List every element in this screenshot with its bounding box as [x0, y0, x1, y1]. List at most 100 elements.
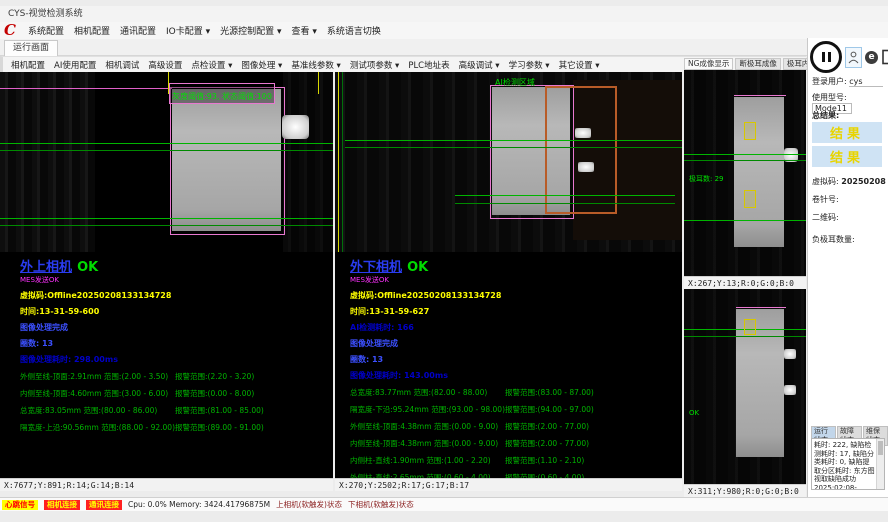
center-green-line-4 [455, 203, 675, 204]
center-measure-row-3: 外侧至线-顶面:4.38mm 范围:(0.00 - 9.00) 报警范围:(2.… [350, 421, 675, 432]
tool-advanced-settings[interactable]: 高级设置 [148, 59, 182, 71]
mini-tab-ng-display[interactable]: NG成像显示 [684, 58, 733, 70]
center-result-block: 外下相机 OK MES发送OK 虚拟码:Offline2025020813313… [350, 256, 675, 478]
measure-alarm: 报警范围:(2.00 - 77.00) [505, 438, 589, 449]
center-green-vline [342, 72, 343, 252]
tool-camera-debug[interactable]: 相机调试 [105, 59, 139, 71]
tab-count-label: 负极耳数量: [812, 235, 855, 244]
center-yellow-line [338, 72, 339, 252]
left-part-image [172, 89, 281, 231]
tool-test-params[interactable]: 测试项参数 ▾ [350, 59, 399, 71]
measure-alarm: 报警范围:(2.20 - 3.20) [175, 371, 254, 382]
measure-value: 隔宽度-下沿:95.24mm 范围:(93.00 - 98.00) [350, 404, 505, 415]
center-green-line-2 [345, 147, 682, 148]
menu-comm-config[interactable]: 通讯配置 [120, 24, 156, 37]
tab-run-screen[interactable]: 运行画面 [4, 40, 58, 56]
center-done-text: 图像处理完成 [350, 338, 675, 349]
status-bar: 心跳信号 相机连接 通讯连接 Cpu: 0.0% Memory: 3424.41… [0, 497, 888, 511]
measure-value: 外侧至线-顶面:4.38mm 范围:(0.00 - 9.00) [350, 421, 505, 432]
center-cursor-coords: X:270;Y:2502;R:17;G:17;B:17 [339, 481, 469, 490]
measure-value: 总宽度:83.77mm 范围:(82.00 - 88.00) [350, 387, 505, 398]
mini2-blob-1 [784, 349, 796, 359]
center-green-line-3 [455, 195, 675, 196]
left-green-line-2 [0, 150, 333, 151]
center-measure-row-4: 内侧至线-顶面:4.38mm 范围:(0.00 - 9.00) 报警范围:(2.… [350, 438, 675, 449]
camera-connect-badge: 相机连接 [44, 500, 80, 510]
log-scrollbar[interactable] [876, 439, 884, 489]
tool-other-settings[interactable]: 其它设置 ▾ [559, 59, 600, 71]
mini2-cursor-coords: X:311;Y:980;R:0;G:0;B:0 [688, 487, 799, 496]
left-measure-row-2: 内侧至线-顶面:4.60mm 范围:(3.00 - 6.00) 报警范围:(0.… [20, 388, 325, 399]
account-badge-icon[interactable]: e [865, 51, 878, 64]
exit-button[interactable] [881, 49, 888, 65]
mini1-marker-box-1 [744, 122, 756, 140]
menu-view[interactable]: 查看 ▾ [292, 24, 317, 37]
log-text: 耗时: 222, 缺陷检测耗时: 17, 缺陷分类耗时: 0, 缺陷提取分区耗时… [814, 441, 875, 490]
left-green-line-1 [0, 143, 333, 144]
center-barcode: 虚拟码:Offline20250208133134728 [350, 290, 675, 301]
left-loop-count: 圈数: 13 [20, 338, 325, 349]
camera-view-center[interactable]: AI检测区域 外下相机 OK MES发送OK 虚拟码:Offline202502… [335, 72, 682, 478]
mini2-green-line-2 [684, 336, 806, 337]
tab-count-row: 负极耳数量: [812, 234, 855, 245]
tool-advanced-debug[interactable]: 高级调试 ▾ [459, 59, 500, 71]
tool-learning-params[interactable]: 学习参数 ▾ [509, 59, 550, 71]
result-box-1-text: 结果 [830, 123, 864, 142]
menu-system-config[interactable]: 系统配置 [28, 24, 64, 37]
left-green-line-3 [0, 218, 333, 219]
mini2-blob-2 [784, 385, 796, 395]
left-time: 时间:13-31-59-600 [20, 306, 325, 317]
mini-tab-broken-tab[interactable]: 断极耳成像 [735, 58, 781, 70]
menu-light-config[interactable]: 光源控制配置 ▾ [220, 24, 281, 37]
left-camera-name: 外上相机 [20, 260, 72, 275]
pause-icon [822, 52, 825, 62]
barcode-row: 虚拟码: 20250208 [812, 176, 886, 187]
result-box-2-text: 结果 [830, 147, 864, 166]
login-user-button[interactable] [845, 47, 862, 68]
camera-view-left[interactable]: 灰度阈值:93, 状态阈值:100 外上相机 OK MES发送OK 虚拟码:Of… [0, 72, 333, 478]
measure-alarm: 报警范围:(0.00 - 8.00) [175, 388, 254, 399]
mini2-coord-strip: X:311;Y:980;R:0;G:0;B:0 [684, 484, 806, 497]
tool-baseline-params[interactable]: 基准线参数 ▾ [291, 59, 340, 71]
camera-view-mini-2[interactable]: OK [684, 289, 806, 484]
left-overlay-label: 灰度阈值:93, 状态阈值:100 [172, 92, 272, 101]
center-measure-row-1: 总宽度:83.77mm 范围:(82.00 - 88.00) 报警范围:(83.… [350, 387, 675, 398]
camera-view-mini-1[interactable]: 极耳数: 29 [684, 70, 806, 276]
tool-plc-address[interactable]: PLC地址表 [408, 59, 449, 71]
menu-camera-config[interactable]: 相机配置 [74, 24, 110, 37]
menu-io-config[interactable]: IO卡配置 ▾ [166, 24, 210, 37]
tool-camera-config[interactable]: 相机配置 [11, 59, 45, 71]
tool-spot-check[interactable]: 点检设置 ▾ [191, 59, 232, 71]
left-result-block: 外上相机 OK MES发送OK 虚拟码:Offline2025020813313… [20, 256, 325, 433]
mini1-cursor-coords: X:267;Y:13;R:0;G:0;B:0 [688, 279, 794, 288]
comm-connect-badge: 通讯连接 [86, 500, 122, 510]
pause-button[interactable] [810, 41, 842, 73]
mini1-overlay-label: 极耳数: 29 [689, 174, 724, 184]
left-coord-strip: X:7677;Y:891;R:14;G:14;B:14 [0, 478, 333, 491]
app-window: CYS-视觉检测系统 C 系统配置 相机配置 通讯配置 IO卡配置 ▾ 光源控制… [0, 0, 888, 522]
log-text-box[interactable]: 耗时: 222, 缺陷检测耗时: 17, 缺陷分类耗时: 0, 缺陷提取分区耗时… [811, 438, 885, 490]
cpu-memory-status: Cpu: 0.0% Memory: 3424.41796875M [128, 500, 270, 509]
measure-value: 总宽度:83.05mm 范围:(80.00 - 86.00) [20, 405, 175, 416]
mini1-green-line-1 [684, 154, 806, 155]
mini1-coord-strip: X:267;Y:13;R:0;G:0;B:0 [684, 276, 806, 289]
login-user-value: cys [849, 77, 883, 87]
menu-language-switch[interactable]: 系统语言切换 [327, 24, 381, 37]
left-camera-status: OK [77, 260, 98, 275]
log-scrollbar-thumb[interactable] [878, 441, 883, 455]
barcode-label: 虚拟码: [812, 177, 839, 186]
mini2-marker-box [744, 319, 756, 335]
total-result-label: 总结果: [812, 110, 839, 121]
center-mes-status: MES发送OK [350, 275, 675, 285]
center-elapsed-text: 图像处理耗时: 143.00ms [350, 370, 675, 381]
measure-alarm: 报警范围:(94.00 - 97.00) [505, 404, 594, 415]
tool-image-processing[interactable]: 图像处理 ▾ [241, 59, 282, 71]
center-blob-2 [578, 162, 594, 172]
heartbeat-status-badge: 心跳信号 [2, 500, 38, 510]
center-loop-count: 圈数: 13 [350, 354, 675, 365]
tool-ai-config[interactable]: AI使用配置 [54, 59, 96, 71]
left-elapsed-text: 图像处理耗时: 298.00ms [20, 354, 325, 365]
left-done-text: 图像处理完成 [20, 322, 325, 333]
pause-icon [828, 52, 831, 62]
lower-camera-trigger-status: 下相机(软触发)状态 [348, 499, 414, 510]
